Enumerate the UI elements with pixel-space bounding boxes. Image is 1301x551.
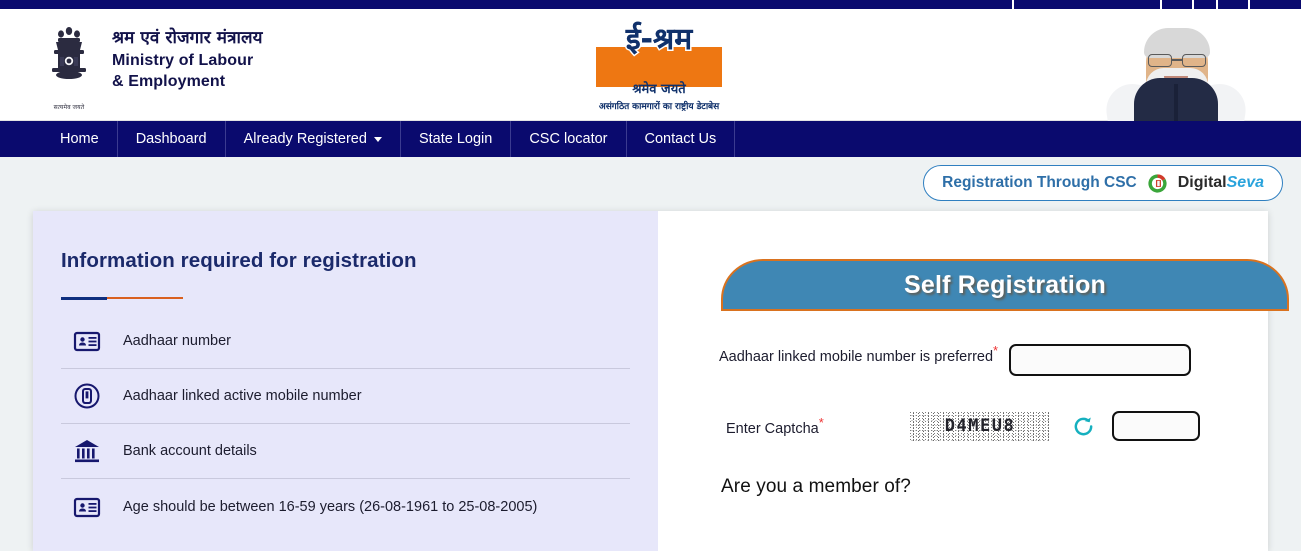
- mobile-number-field-group: Aadhaar linked mobile number is preferre…: [719, 342, 1259, 376]
- captcha-code: D4MEU8: [944, 416, 1016, 436]
- main-content-card: Information required for registration Aa…: [33, 211, 1289, 551]
- nav-item-csc-locator[interactable]: CSC locator: [511, 121, 627, 157]
- registration-through-csc-button[interactable]: Registration Through CSC DigitalSeva: [923, 165, 1283, 201]
- eshram-logo-subtitle: श्रमेव जयते: [632, 82, 686, 97]
- main-navigation: Home Dashboard Already Registered State …: [0, 121, 1301, 157]
- ministry-name-en-line2: & Employment: [112, 73, 226, 91]
- eshram-logo[interactable]: ई-श्रम ई-श्रम श्रमेव जयते असंगठित कामगार…: [588, 22, 730, 115]
- chevron-down-icon: [373, 136, 382, 142]
- nav-item-state-login[interactable]: State Login: [401, 121, 512, 157]
- nav-label: Dashboard: [135, 131, 207, 147]
- emblem-motto: सत्यमेव जयते: [53, 105, 85, 111]
- mobile-number-label: Aadhaar linked mobile number is preferre…: [719, 342, 1009, 368]
- banner-title: Self Registration: [903, 270, 1107, 299]
- list-item-label: Aadhaar number: [123, 333, 232, 349]
- captcha-input[interactable]: [1112, 411, 1200, 441]
- nav-left-spacer: [0, 121, 42, 157]
- list-item: Aadhaar number: [61, 314, 630, 369]
- id-card-icon: [73, 493, 101, 521]
- digital-seva-wordmark: DigitalSeva: [1178, 174, 1264, 192]
- nav-item-dashboard[interactable]: Dashboard: [118, 121, 226, 157]
- required-asterisk: *: [993, 343, 999, 358]
- top-strip-separator: [1160, 0, 1162, 9]
- eyeglasses-icon: [1144, 54, 1210, 67]
- top-strip-separator: [1216, 0, 1218, 9]
- digital-seva-icon: [1146, 172, 1169, 195]
- nav-label: Already Registered: [243, 131, 367, 147]
- digital-seva-bold: Digital: [1177, 174, 1227, 191]
- self-registration-panel: Self Registration Aadhaar linked mobile …: [658, 211, 1289, 551]
- ministry-name-hindi: श्रम एवं रोजगार मंत्रालय: [112, 28, 263, 48]
- ministry-name: श्रम एवं रोजगार मंत्रालय Ministry of Lab…: [112, 23, 263, 93]
- national-emblem-icon: सत्यमेव जयते: [40, 23, 98, 111]
- ministry-name-en-line1: Ministry of Labour: [112, 51, 254, 69]
- top-strip-separator: [1248, 0, 1250, 9]
- nav-label: State Login: [418, 131, 493, 147]
- captcha-label-text: Enter Captcha: [726, 420, 819, 437]
- requirements-list: Aadhaar number Aadhaar linked active mob…: [61, 314, 630, 534]
- list-item: Age should be between 16-59 years (26-08…: [61, 479, 630, 534]
- captcha-field-group: Enter Captcha* D4MEU8: [726, 411, 1266, 441]
- list-item-label: Age should be between 16-59 years (26-08…: [123, 498, 538, 515]
- nav-item-already-registered[interactable]: Already Registered: [226, 121, 401, 157]
- list-item-label: Bank account details: [123, 443, 257, 459]
- bank-icon: [73, 437, 101, 465]
- information-required-panel: Information required for registration Aa…: [33, 211, 658, 551]
- panel-title: Information required for registration: [61, 249, 417, 272]
- nav-label: Home: [60, 131, 99, 147]
- required-asterisk: *: [818, 415, 824, 431]
- title-underline: [61, 297, 183, 300]
- csc-button-label: Registration Through CSC: [942, 174, 1137, 191]
- captcha-image: D4MEU8: [909, 411, 1051, 441]
- mobile-number-input[interactable]: [1009, 344, 1191, 376]
- eshram-logo-tagline: असंगठित कामगारों का राष्ट्रीय डेटाबेस: [598, 102, 720, 112]
- nav-label: Contact Us: [644, 131, 717, 147]
- list-item: Aadhaar linked active mobile number: [61, 369, 630, 424]
- nav-item-home[interactable]: Home: [42, 121, 118, 157]
- captcha-label: Enter Captcha*: [726, 415, 909, 437]
- mobile-number-label-text: Aadhaar linked mobile number is preferre…: [719, 348, 994, 365]
- eshram-logo-word: ई-श्रम: [625, 22, 693, 57]
- digital-seva-italic: Seva: [1226, 174, 1264, 191]
- member-question: Are you a member of?: [721, 476, 911, 497]
- mobile-phone-icon: [73, 382, 101, 410]
- self-registration-banner: Self Registration: [721, 259, 1289, 311]
- top-strip: [0, 0, 1301, 9]
- brand-block: सत्यमेव जयते श्रम एवं रोजगार मंत्रालय Mi…: [40, 23, 263, 111]
- id-card-icon: [73, 327, 101, 355]
- list-item-label: Aadhaar linked active mobile number: [123, 388, 362, 404]
- site-header: सत्यमेव जयते श्रम एवं रोजगार मंत्रालय Mi…: [0, 9, 1301, 130]
- list-item: Bank account details: [61, 424, 630, 479]
- nav-item-contact-us[interactable]: Contact Us: [627, 121, 736, 157]
- top-strip-separator: [1012, 0, 1014, 9]
- prime-minister-portrait: [1104, 18, 1248, 130]
- nav-label: CSC locator: [529, 131, 608, 147]
- top-strip-separator: [1192, 0, 1194, 9]
- refresh-captcha-button[interactable]: [1066, 415, 1100, 438]
